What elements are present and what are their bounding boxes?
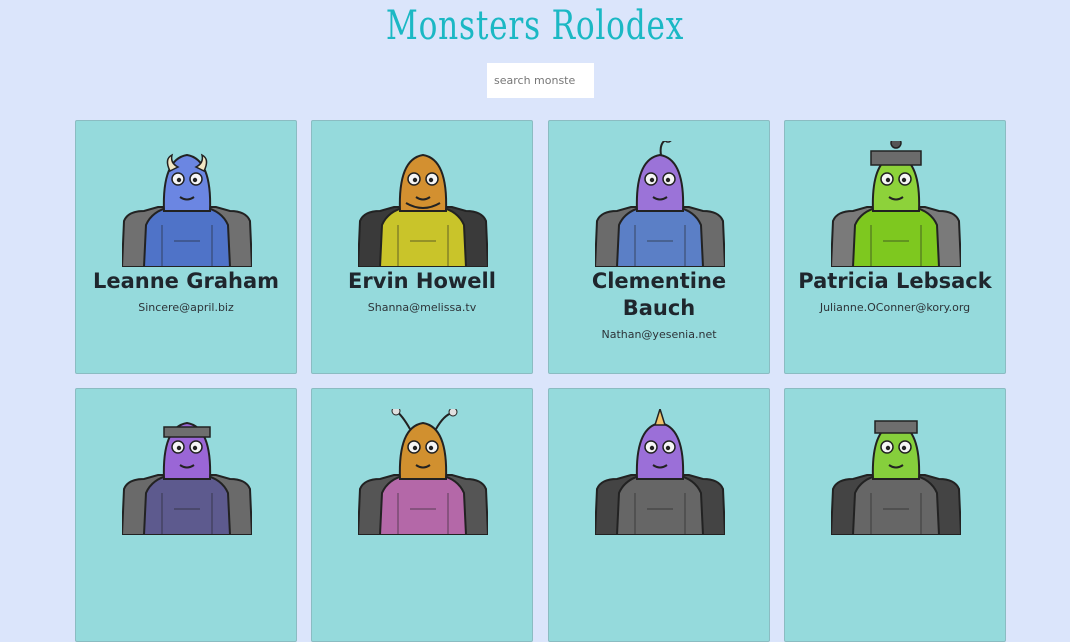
search-input[interactable] <box>487 63 594 98</box>
monster-avatar <box>120 409 254 536</box>
monster-name: Ervin Howell <box>348 269 496 293</box>
monster-name: Leanne Graham <box>92 269 280 293</box>
monster-name: Patricia Lebsack <box>798 269 992 293</box>
monster-email: Shanna@melissa.tv <box>367 301 477 314</box>
monster-avatar <box>829 137 963 268</box>
monster-card[interactable]: Patricia Lebsack Julianne.OConner@kory.or… <box>784 120 1006 374</box>
monster-avatar <box>356 141 490 268</box>
monster-card[interactable]: Ervin Howell Shanna@melissa.tv <box>311 120 533 374</box>
monster-avatar <box>356 406 490 536</box>
monster-card[interactable]: Leanne Graham Sincere@april.biz <box>75 120 297 374</box>
monster-avatar <box>593 406 727 536</box>
monster-email: Sincere@april.biz <box>138 301 234 314</box>
monster-email: Julianne.OConner@kory.org <box>819 301 971 314</box>
monster-email: Nathan@yesenia.net <box>601 328 717 341</box>
monster-card[interactable] <box>75 388 297 642</box>
app-title: Monsters Rolodex <box>385 3 685 49</box>
monster-card[interactable]: Clementine Bauch Nathan@yesenia.net <box>548 120 770 374</box>
monster-name: Clementine Bauch <box>591 269 727 320</box>
monster-avatar <box>593 133 727 268</box>
monster-card[interactable] <box>784 388 1006 642</box>
monster-card[interactable] <box>548 388 770 642</box>
monster-avatar <box>829 409 963 536</box>
monster-card[interactable] <box>311 388 533 642</box>
monster-avatar <box>120 141 254 268</box>
